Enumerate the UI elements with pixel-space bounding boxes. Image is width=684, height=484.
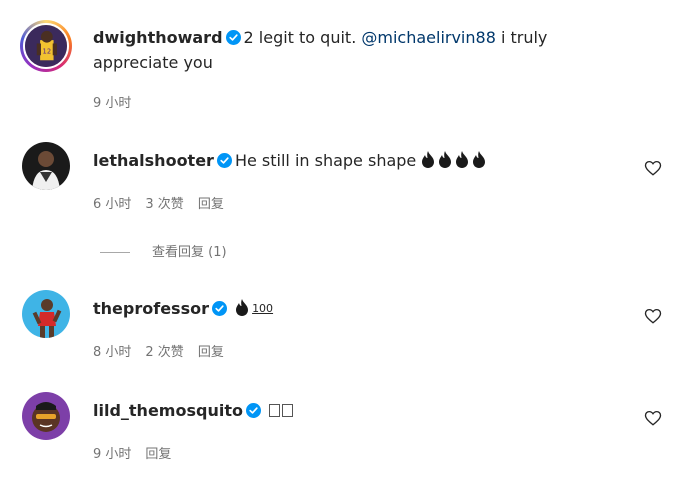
like-heart-icon[interactable] [644, 409, 662, 427]
avatar-image: 12 [25, 25, 67, 67]
fire-icon [472, 151, 486, 168]
like-count[interactable]: 2 次赞 [145, 345, 183, 360]
avatar[interactable] [22, 290, 70, 338]
comment-meta: 6 小时 3 次赞 回复 [93, 196, 238, 214]
svg-text:12: 12 [43, 48, 52, 56]
missing-glyph-box-icon [282, 404, 294, 417]
comment-body: He still in shape shape [234, 151, 417, 170]
reply-button[interactable]: 回复 [198, 345, 224, 360]
avatar[interactable]: 12 [20, 20, 72, 72]
comment-text: dwighthoward 2 legit to quit. @michaelirv… [93, 25, 624, 75]
comment-meta: 8 小时 2 次赞 回复 [93, 344, 238, 362]
comment-body: 2 legit to quit. [243, 28, 362, 47]
comment-text: lethalshooter He still in shape shape [93, 148, 624, 173]
fire-icon [235, 299, 249, 316]
reply-button[interactable]: 回复 [198, 197, 224, 212]
comment-meta: 9 小时 回复 [93, 446, 185, 464]
avatar-image [22, 290, 70, 338]
fire-icon [421, 151, 435, 168]
verified-badge-icon [245, 403, 261, 418]
comment-meta: 9 小时 [93, 95, 145, 113]
username[interactable]: dwighthoward [93, 28, 223, 47]
username[interactable]: theprofessor [93, 299, 209, 318]
missing-glyph-box-icon [269, 404, 281, 417]
timestamp: 8 小时 [93, 345, 132, 360]
like-heart-icon[interactable] [644, 307, 662, 325]
comment-text: lild_themosquito [93, 398, 624, 423]
verified-badge-icon [211, 301, 227, 316]
timestamp: 9 小时 [93, 447, 132, 462]
divider [100, 252, 130, 253]
avatar-image [22, 392, 70, 440]
verified-badge-icon [216, 153, 232, 168]
avatar[interactable] [22, 392, 70, 440]
view-replies-button[interactable]: 查看回复 (1) [100, 244, 227, 262]
view-replies-label: 查看回复 (1) [152, 245, 227, 260]
like-heart-icon[interactable] [644, 159, 662, 177]
username[interactable]: lild_themosquito [93, 401, 243, 420]
fire-icon [455, 151, 469, 168]
hundred-emoji: 100 [252, 302, 274, 315]
mention-link[interactable]: @michaelirvin88 [361, 28, 496, 47]
avatar[interactable] [22, 142, 70, 190]
comment-text: theprofessor 100 [93, 296, 624, 321]
reply-button[interactable]: 回复 [145, 447, 171, 462]
verified-badge-icon [225, 30, 241, 45]
fire-icon [438, 151, 452, 168]
avatar-image [22, 142, 70, 190]
timestamp: 9 小时 [93, 96, 132, 111]
username[interactable]: lethalshooter [93, 151, 214, 170]
timestamp: 6 小时 [93, 197, 132, 212]
like-count[interactable]: 3 次赞 [145, 197, 183, 212]
